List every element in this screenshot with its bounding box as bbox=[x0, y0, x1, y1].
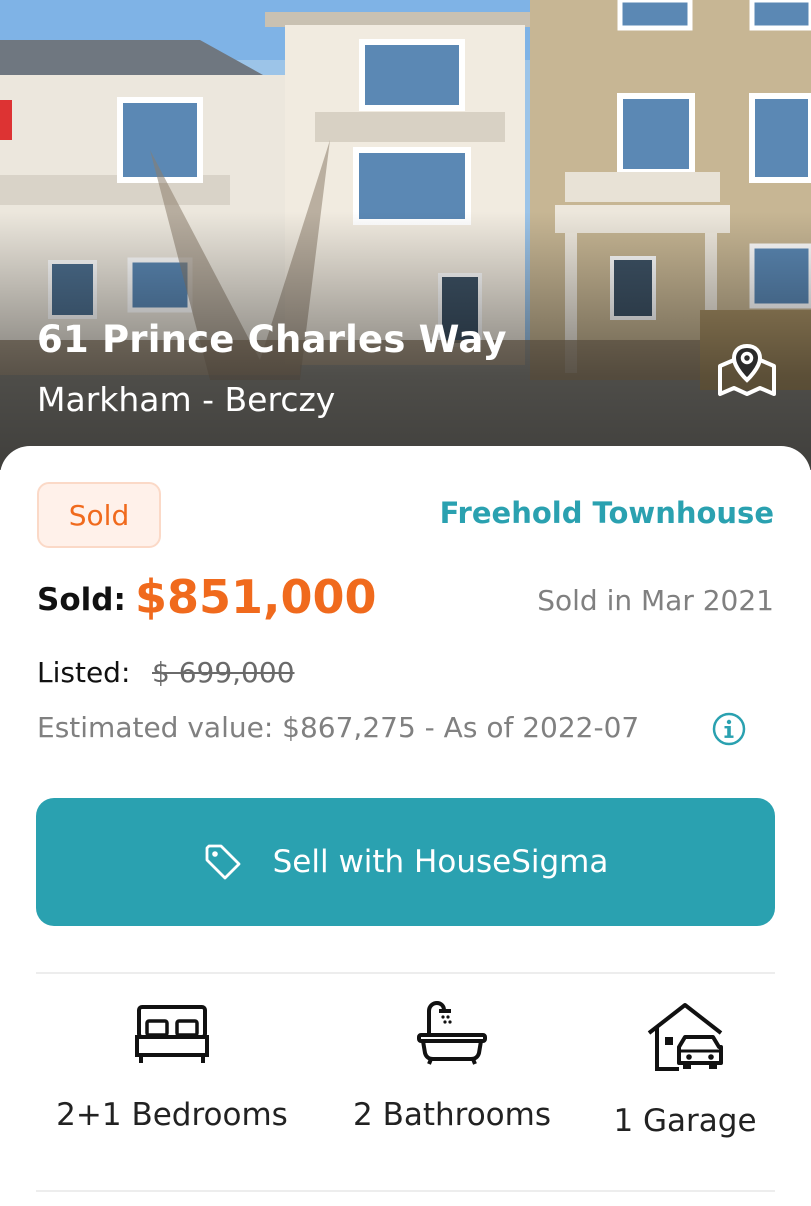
listing-photo[interactable]: 61 Prince Charles Way Markham - Berczy bbox=[0, 0, 811, 470]
estimated-value: Estimated value: $867,275 - As of 2022-0… bbox=[37, 711, 640, 744]
listed-price: $ 699,000 bbox=[152, 656, 295, 689]
map-button[interactable] bbox=[716, 342, 778, 398]
feature-bathrooms: 2 Bathrooms bbox=[314, 1001, 590, 1133]
info-icon[interactable] bbox=[712, 712, 746, 746]
tag-icon bbox=[205, 844, 241, 880]
listing-address: 61 Prince Charles Way bbox=[37, 318, 507, 361]
sold-price: $851,000 bbox=[135, 570, 377, 624]
feature-label: 2 Bathrooms bbox=[353, 1097, 551, 1133]
map-pin-icon bbox=[718, 343, 776, 396]
status-badge: Sold bbox=[37, 482, 161, 548]
divider bbox=[36, 1190, 775, 1192]
sold-date: Sold in Mar 2021 bbox=[537, 584, 774, 617]
sell-button-label: Sell with HouseSigma bbox=[272, 844, 609, 880]
feature-label: 1 Garage bbox=[613, 1103, 757, 1139]
divider bbox=[36, 972, 775, 974]
feature-label: 2+1 Bedrooms bbox=[56, 1097, 288, 1133]
garage-icon bbox=[647, 1003, 723, 1071]
listing-card: Sold Freehold Townhouse Sold: $851,000 S… bbox=[0, 446, 811, 1206]
listed-label: Listed: bbox=[37, 656, 131, 689]
feature-bedrooms: 2+1 Bedrooms bbox=[30, 1001, 314, 1133]
feature-garage: 1 Garage bbox=[590, 1001, 780, 1139]
bed-icon bbox=[135, 1005, 209, 1063]
listing-neighborhood: Markham - Berczy bbox=[37, 380, 336, 419]
sell-with-housesigma-button[interactable]: Sell with HouseSigma bbox=[36, 798, 775, 926]
bathtub-icon bbox=[417, 1001, 487, 1065]
sold-label: Sold: bbox=[37, 582, 126, 618]
property-type: Freehold Townhouse bbox=[439, 496, 774, 530]
